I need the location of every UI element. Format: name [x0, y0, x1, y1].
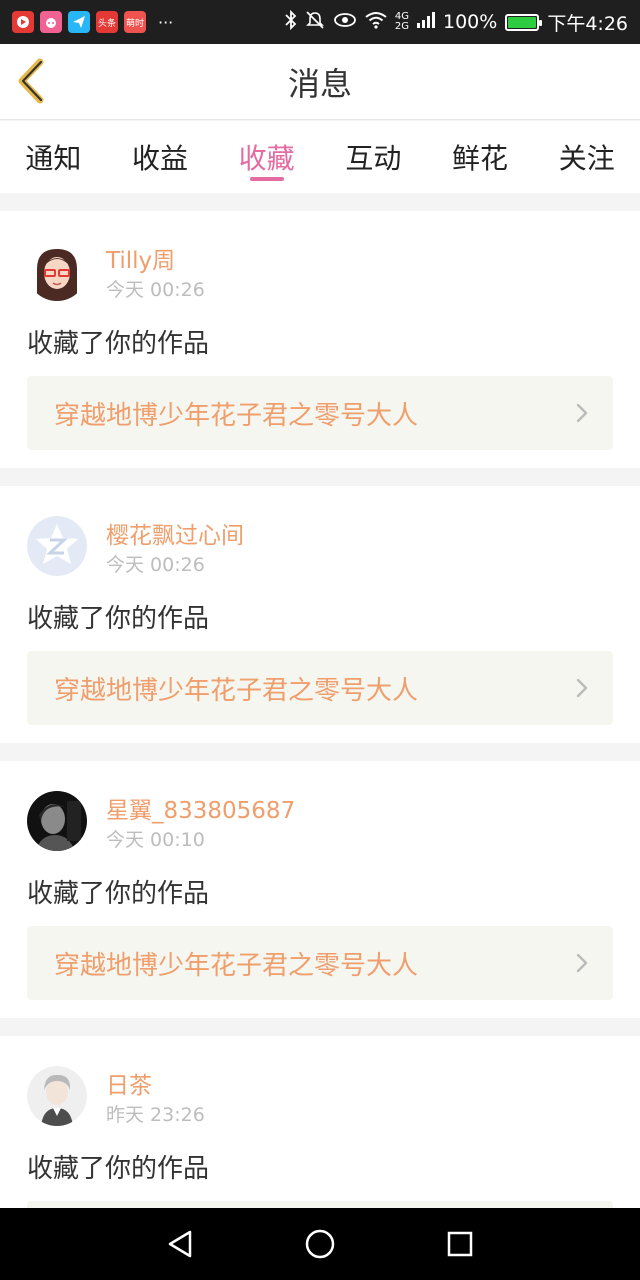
timestamp: 昨天 23:26 [106, 1104, 205, 1126]
username[interactable]: 星翼_833805687 [106, 791, 295, 825]
user-avatar[interactable] [27, 1066, 87, 1126]
more-notifications: ··· [158, 12, 174, 32]
tab-bar: 通知 收益 收藏 互动 鲜花 关注 [0, 121, 640, 193]
user-avatar[interactable] [27, 241, 87, 301]
timestamp: 今天 00:26 [106, 279, 205, 301]
notification-icons: 头条 萌时 ··· [12, 11, 173, 33]
app-icon: 萌时 [124, 11, 146, 33]
wifi-icon [365, 11, 387, 34]
tab-label: 互动 [345, 142, 402, 175]
tab-notifications[interactable]: 通知 [0, 121, 107, 193]
message-card: 樱花飘过心间 今天 00:26 收藏了你的作品 穿越地博少年花子君之零号大人 [0, 486, 640, 743]
message-feed[interactable]: Tilly周 今天 00:26 收藏了你的作品 穿越地博少年花子君之零号大人 樱… [0, 211, 640, 1208]
page-title: 消息 [287, 64, 352, 103]
timestamp: 今天 00:26 [106, 554, 205, 576]
eye-icon [333, 12, 357, 33]
user-avatar[interactable] [27, 516, 87, 576]
message-card: 日茶 昨天 23:26 收藏了你的作品 [0, 1036, 640, 1208]
work-link[interactable]: 穿越地博少年花子君之零号大人 [27, 376, 613, 450]
tab-label: 收益 [132, 142, 189, 175]
work-link[interactable] [27, 1201, 613, 1208]
signal-icon [417, 11, 435, 33]
video-app-icon [12, 11, 34, 33]
active-tab-indicator [249, 177, 284, 181]
tab-label: 收藏 [238, 142, 295, 175]
send-app-icon [68, 11, 90, 33]
back-button[interactable] [14, 54, 54, 108]
battery-icon [505, 13, 543, 31]
clock: 下午4:26 [547, 12, 628, 35]
message-card: Tilly周 今天 00:26 收藏了你的作品 穿越地博少年花子君之零号大人 [0, 211, 640, 468]
tab-flowers[interactable]: 鲜花 [427, 121, 534, 193]
tab-earnings[interactable]: 收益 [107, 121, 214, 193]
system-nav-bar [0, 1208, 640, 1280]
tab-label: 通知 [25, 142, 82, 175]
user-avatar[interactable] [27, 791, 87, 851]
tab-interactions[interactable]: 互动 [320, 121, 427, 193]
timestamp: 今天 00:10 [106, 829, 205, 851]
work-title: 穿越地博少年花子君之零号大人 [54, 950, 419, 981]
action-text: 收藏了你的作品 [27, 1154, 210, 1184]
app-header: 消息 [0, 44, 640, 120]
chevron-right-icon [576, 678, 588, 698]
tab-label: 关注 [558, 142, 615, 175]
bluetooth-icon [285, 9, 297, 35]
username[interactable]: Tilly周 [106, 241, 175, 275]
username[interactable]: 樱花飘过心间 [106, 516, 244, 550]
chevron-left-icon [18, 58, 44, 104]
square-recents-icon [447, 1231, 473, 1257]
pig-app-icon [40, 11, 62, 33]
action-text: 收藏了你的作品 [27, 879, 210, 909]
nav-back-button[interactable] [158, 1222, 202, 1266]
work-title: 穿越地博少年花子君之零号大人 [54, 675, 419, 706]
nav-recents-button[interactable] [438, 1222, 482, 1266]
work-link[interactable]: 穿越地博少年花子君之零号大人 [27, 926, 613, 1000]
action-text: 收藏了你的作品 [27, 604, 210, 634]
mute-icon [305, 10, 325, 35]
toutiao-app-icon: 头条 [96, 11, 118, 33]
work-link[interactable]: 穿越地博少年花子君之零号大人 [27, 651, 613, 725]
action-text: 收藏了你的作品 [27, 329, 210, 359]
nav-home-button[interactable] [298, 1222, 342, 1266]
chevron-right-icon [576, 953, 588, 973]
battery-percent: 100% [443, 11, 498, 33]
message-card: 星翼_833805687 今天 00:10 收藏了你的作品 穿越地博少年花子君之… [0, 761, 640, 1018]
work-title: 穿越地博少年花子君之零号大人 [54, 400, 419, 431]
chevron-right-icon [576, 403, 588, 423]
status-bar: 头条 萌时 ··· 4G 2G 100% 下午4:26 [0, 0, 640, 44]
tab-favorites[interactable]: 收藏 [213, 121, 320, 193]
username[interactable]: 日茶 [106, 1066, 152, 1100]
circle-home-icon [305, 1229, 335, 1259]
tab-follows[interactable]: 关注 [533, 121, 640, 193]
tab-label: 鲜花 [452, 142, 509, 175]
network-type: 4G 2G [394, 11, 409, 32]
triangle-back-icon [168, 1230, 192, 1258]
